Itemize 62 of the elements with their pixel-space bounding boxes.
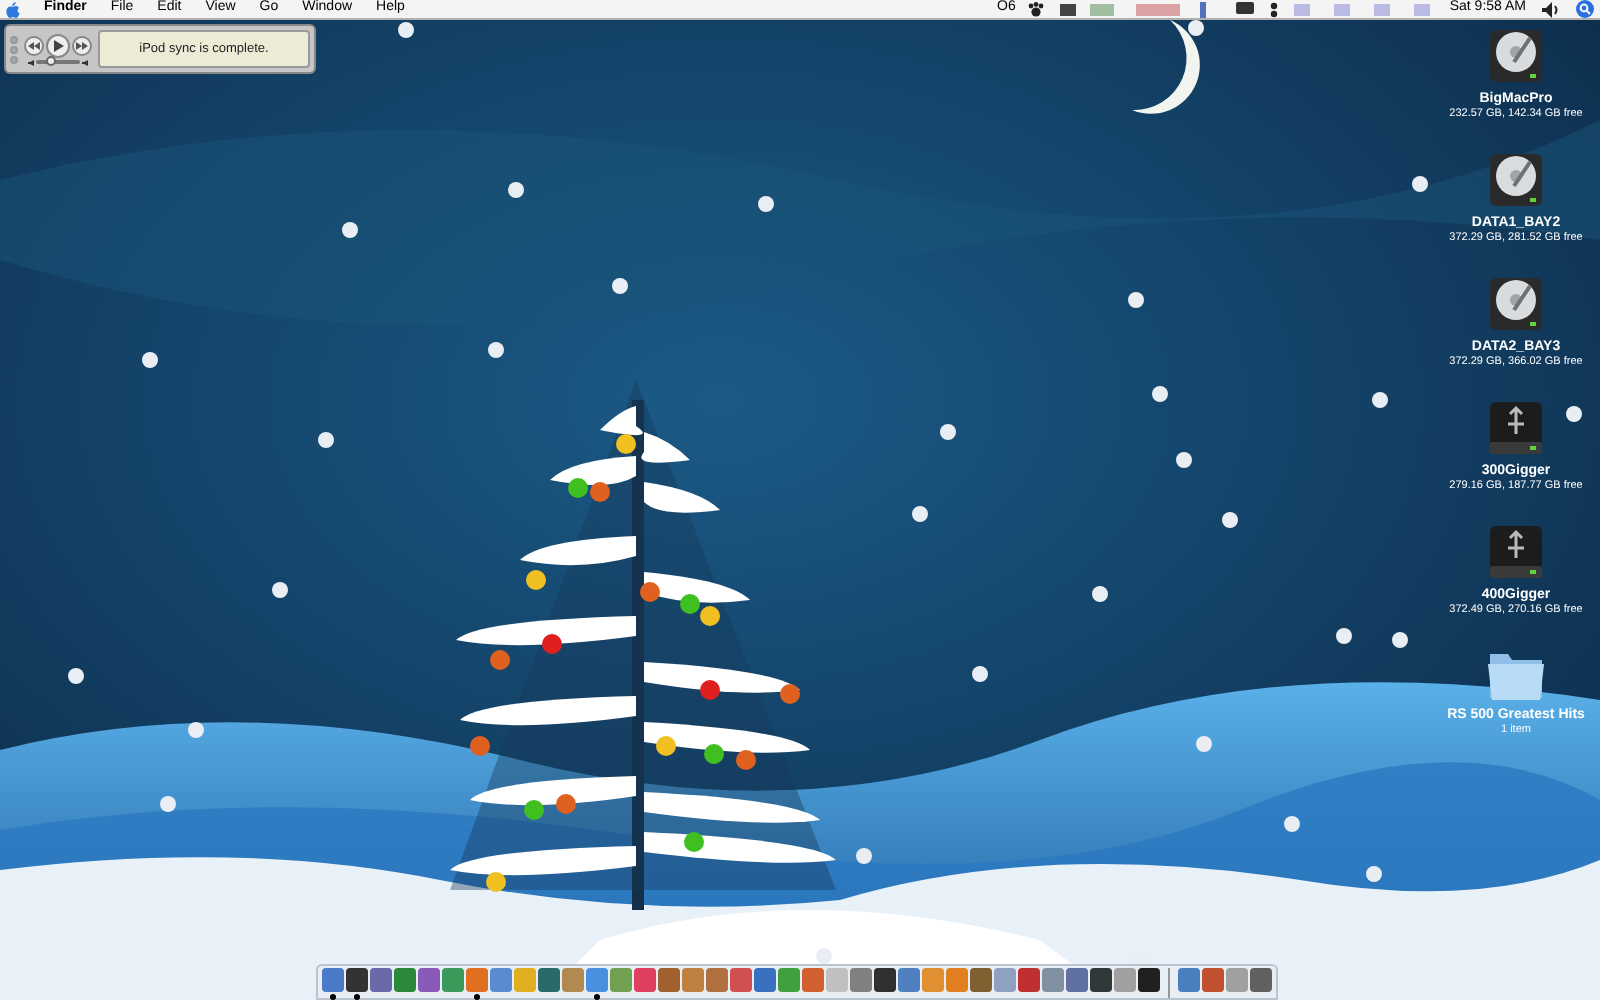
hard-drive-icon <box>1486 150 1546 210</box>
running-indicator <box>354 994 360 1000</box>
hard-drive-icon <box>1486 522 1546 582</box>
snowflake <box>1092 586 1108 602</box>
snowflake <box>1284 816 1300 832</box>
snowflake <box>856 848 872 864</box>
search-icon[interactable] <box>1576 0 1594 18</box>
snowflake <box>1222 512 1238 528</box>
snowflake <box>342 222 358 238</box>
snowflake <box>1366 866 1382 882</box>
snowflake <box>972 666 988 682</box>
snowflake <box>612 278 628 294</box>
hard-drive-icon <box>1486 274 1546 334</box>
snowflake <box>160 796 176 812</box>
snowflake <box>1392 632 1408 648</box>
volume-low-icon <box>27 59 33 65</box>
volume-icon[interactable] <box>1542 1 1560 17</box>
snowflake <box>142 352 158 368</box>
snowflake <box>912 506 928 522</box>
snowflake <box>758 196 774 212</box>
play-icon <box>53 39 63 51</box>
dock-item-icon[interactable] <box>1226 968 1248 992</box>
snowflake <box>1566 406 1582 422</box>
snowflake <box>272 582 288 598</box>
snowflake <box>1128 292 1144 308</box>
next-button[interactable] <box>72 35 92 55</box>
app-icon[interactable] <box>538 968 560 992</box>
app-icon[interactable] <box>970 968 992 992</box>
snowflake <box>1176 452 1192 468</box>
display-icon[interactable] <box>1235 2 1254 16</box>
hard-drive-icon <box>1486 26 1546 86</box>
snowflake <box>1196 736 1212 752</box>
running-indicator <box>594 994 600 1000</box>
volume-slider-thumb[interactable] <box>45 56 56 66</box>
snowflake <box>1152 386 1168 402</box>
hard-drive-icon <box>1486 398 1546 458</box>
snowflake <box>1372 392 1388 408</box>
apple-icon[interactable] <box>6 1 20 17</box>
snowflake <box>68 668 84 684</box>
fast-forward-icon <box>76 41 88 49</box>
snowflake <box>1412 176 1428 192</box>
snowflake <box>1336 628 1352 644</box>
play-button[interactable] <box>46 33 70 57</box>
running-indicator <box>474 994 480 1000</box>
snowflake <box>318 432 334 448</box>
rewind-icon <box>28 41 40 49</box>
app-icon[interactable] <box>1090 968 1112 992</box>
snowflake <box>940 424 956 440</box>
volume-high-icon <box>81 59 89 65</box>
paw-icon[interactable] <box>1027 1 1044 17</box>
snowflake <box>508 182 524 198</box>
previous-button[interactable] <box>24 35 44 55</box>
app-icon[interactable] <box>1138 968 1160 992</box>
dock-item-icon[interactable] <box>1178 968 1200 992</box>
snowflake <box>488 342 504 358</box>
cpu-meter-icon[interactable] <box>1293 1 1434 17</box>
app-icon[interactable] <box>346 968 368 992</box>
dock-item-icon[interactable] <box>1250 968 1272 992</box>
snowflake <box>188 722 204 738</box>
app-icon[interactable] <box>874 968 896 992</box>
running-indicator <box>330 994 336 1000</box>
dock-item-icon[interactable] <box>1202 968 1224 992</box>
